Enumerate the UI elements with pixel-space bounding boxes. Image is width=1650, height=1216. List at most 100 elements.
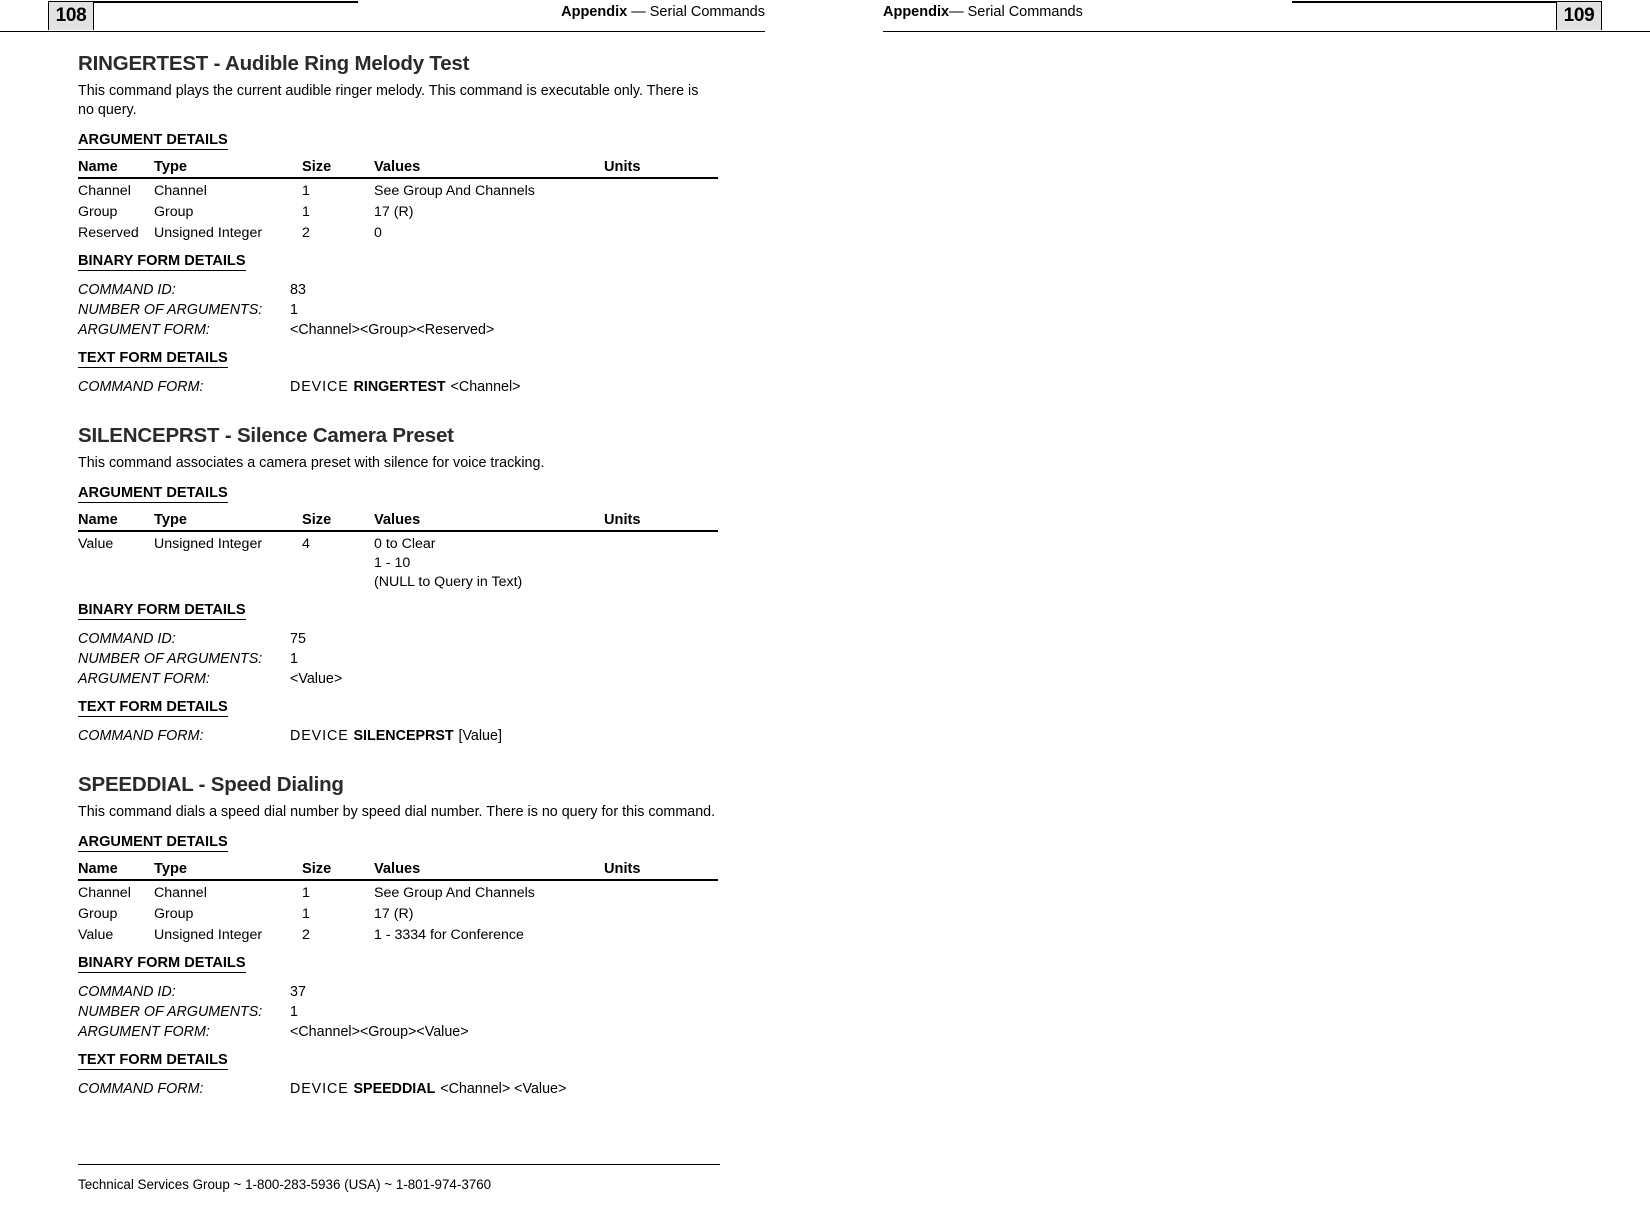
detail-row: NUMBER OF ARGUMENTS: 1 — [78, 1002, 720, 1022]
detail-value: <Value> — [290, 671, 343, 687]
col-header-values: Values — [374, 159, 604, 179]
cell-units — [604, 178, 718, 202]
value-line: 0 — [374, 225, 382, 241]
detail-row: ARGUMENT FORM: <Channel><Group><Reserved… — [78, 320, 720, 340]
argument-details-heading: ARGUMENT DETAILS — [78, 834, 228, 852]
col-header-units: Units — [604, 512, 718, 532]
binary-form-heading: BINARY FORM DETAILS — [78, 955, 246, 973]
command-arguments: <Channel> <Value> — [440, 1081, 567, 1097]
cell-type: Channel — [154, 183, 207, 199]
col-header-name: Name — [78, 861, 154, 881]
text-form-heading: TEXT FORM DETAILS — [78, 699, 228, 717]
cell-units — [604, 925, 718, 946]
cell-name: Value — [78, 927, 114, 943]
col-header-name: Name — [78, 159, 154, 179]
detail-key: COMMAND FORM: — [78, 728, 204, 744]
cell-values: 0 — [374, 223, 604, 244]
command-title: RINGERTEST - Audible Ring Melody Test — [78, 52, 470, 75]
page-108: 108 Appendix — Serial Commands RINGERTES… — [0, 0, 825, 1216]
running-head-appendix: Appendix — [883, 4, 950, 20]
detail-key: COMMAND ID: — [78, 631, 176, 647]
detail-key: NUMBER OF ARGUMENTS: — [78, 302, 263, 318]
command-description: This command associates a camera preset … — [78, 455, 545, 471]
footer-text: Technical Services Group ~ 1-800-283-593… — [78, 1177, 492, 1192]
cell-values: 0 to Clear 1 - 10 (NULL to Query in Text… — [374, 531, 604, 593]
col-header-size: Size — [302, 512, 374, 532]
col-header-size: Size — [302, 861, 374, 881]
argument-details-heading: ARGUMENT DETAILS — [78, 132, 228, 150]
command-arguments: <Channel> — [450, 379, 521, 395]
running-head-left: 108 Appendix — Serial Commands — [0, 0, 825, 34]
cell-type: Group — [154, 204, 194, 220]
text-form-details: COMMAND FORM: DEVICE RINGERTEST <Channel… — [78, 377, 720, 397]
value-line: 17 (R) — [374, 906, 414, 922]
detail-key: ARGUMENT FORM: — [78, 322, 210, 338]
header-rule-top — [48, 1, 358, 3]
footer-rule — [78, 1164, 720, 1165]
binary-form-details: COMMAND ID: 37 NUMBER OF ARGUMENTS: 1 AR… — [78, 982, 720, 1042]
section-ringertest: RINGERTEST - Audible Ring Melody Test Th… — [78, 52, 720, 424]
argument-details-table: Name Type Size Values Units Value Unsign… — [78, 512, 718, 593]
argument-details-heading: ARGUMENT DETAILS — [78, 485, 228, 503]
section-silenceprst: SILENCEPRST - Silence Camera Preset This… — [78, 424, 720, 773]
col-header-values: Values — [374, 512, 604, 532]
table-header-row: Name Type Size Values Units — [78, 512, 718, 532]
page-footer-left: Technical Services Group ~ 1-800-283-593… — [78, 1164, 720, 1192]
col-header-name: Name — [78, 512, 154, 532]
cell-size: 4 — [302, 536, 310, 552]
command-title: SILENCEPRST - Silence Camera Preset — [78, 424, 454, 447]
text-form-heading: TEXT FORM DETAILS — [78, 1052, 228, 1070]
detail-key: COMMAND FORM: — [78, 1081, 204, 1097]
cell-type: Unsigned Integer — [154, 225, 263, 241]
page-content-left: RINGERTEST - Audible Ring Melody Test Th… — [78, 52, 720, 1108]
col-header-type: Type — [154, 159, 302, 179]
cell-type: Unsigned Integer — [154, 536, 263, 552]
detail-row: COMMAND FORM: DEVICE SPEEDDIAL <Channel>… — [78, 1079, 720, 1099]
col-header-type: Type — [154, 861, 302, 881]
header-rule-bottom — [883, 31, 1650, 32]
col-header-values: Values — [374, 861, 604, 881]
argument-details-table: Name Type Size Values Units Channel Chan… — [78, 159, 718, 244]
page-109: 109 Appendix— Serial Commands STEREOMIX … — [825, 0, 1650, 1216]
table-row: Channel Channel 1 See Group And Channels — [78, 880, 718, 904]
page-number: 108 — [48, 2, 94, 30]
running-head-dash: — — [631, 4, 646, 20]
col-header-size: Size — [302, 159, 374, 179]
device-keyword: DEVICE — [290, 728, 349, 744]
command-description: This command plays the current audible r… — [78, 83, 699, 118]
detail-value: <Channel><Group><Value> — [290, 1024, 469, 1040]
detail-key: ARGUMENT FORM: — [78, 1024, 210, 1040]
detail-row: COMMAND ID: 83 — [78, 280, 720, 300]
cell-values: 17 (R) — [374, 904, 604, 925]
table-header-row: Name Type Size Values Units — [78, 861, 718, 881]
argument-details-table: Name Type Size Values Units Channel Chan… — [78, 861, 718, 946]
section-speeddial: SPEEDDIAL - Speed Dialing This command d… — [78, 773, 720, 1099]
detail-key: NUMBER OF ARGUMENTS: — [78, 1004, 263, 1020]
value-line: 1 - 10 — [374, 555, 411, 571]
device-keyword: DEVICE — [290, 1081, 349, 1097]
page-number: 109 — [1556, 2, 1602, 30]
detail-key: COMMAND ID: — [78, 282, 176, 298]
detail-row: COMMAND ID: 75 — [78, 629, 720, 649]
two-page-spread: 108 Appendix — Serial Commands RINGERTES… — [0, 0, 1650, 1216]
detail-value: 37 — [290, 984, 306, 1000]
detail-value: 75 — [290, 631, 306, 647]
col-header-type: Type — [154, 512, 302, 532]
value-line: (NULL to Query in Text) — [374, 574, 523, 590]
command-arguments: [Value] — [458, 728, 502, 744]
col-header-units: Units — [604, 861, 718, 881]
cell-size: 1 — [302, 204, 310, 220]
cell-name: Group — [78, 906, 118, 922]
value-line: See Group And Channels — [374, 885, 535, 901]
cell-values: 17 (R) — [374, 202, 604, 223]
running-head-text: Appendix— Serial Commands — [883, 4, 1083, 20]
running-head-appendix: Appendix — [561, 4, 628, 20]
cell-units — [604, 202, 718, 223]
running-head-subject: Serial Commands — [967, 4, 1083, 20]
cell-name: Reserved — [78, 225, 139, 241]
cell-name: Value — [78, 536, 114, 552]
table-row: Channel Channel 1 See Group And Channels — [78, 178, 718, 202]
command-description: This command dials a speed dial number b… — [78, 804, 716, 820]
command-keyword: SPEEDDIAL — [353, 1081, 436, 1097]
detail-key: COMMAND FORM: — [78, 379, 204, 395]
